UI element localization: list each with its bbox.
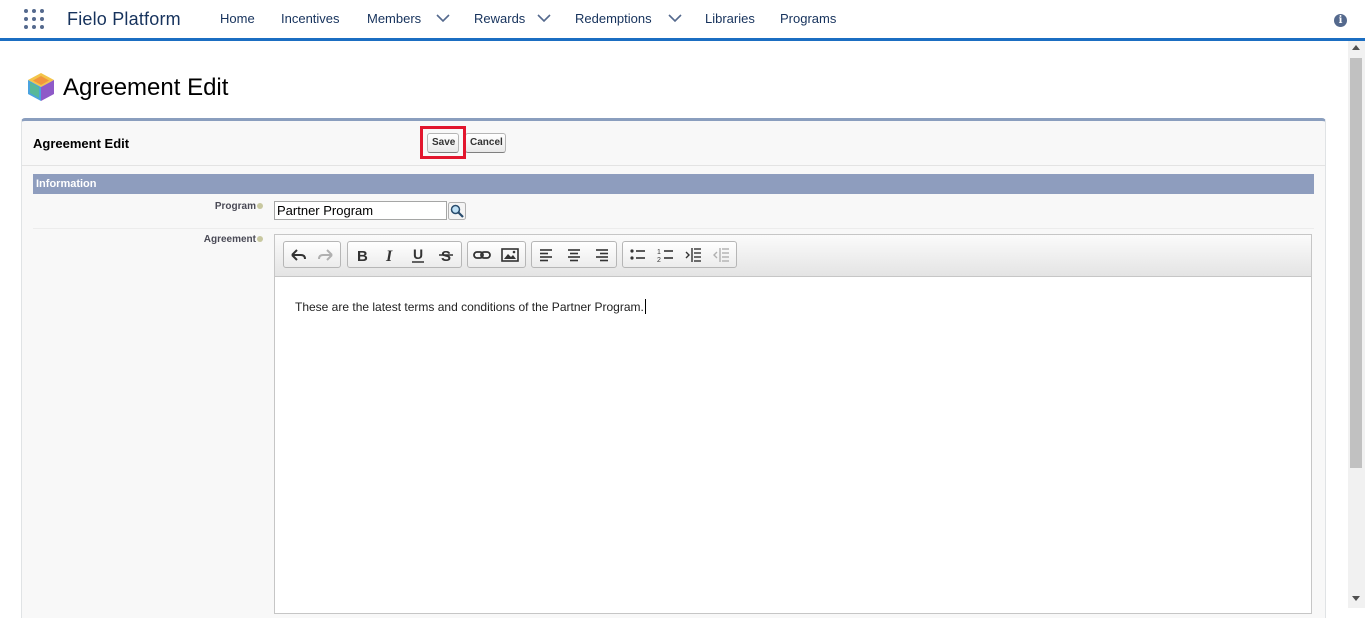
app-name: Fielo Platform (67, 9, 181, 29)
nav-item-rewards[interactable]: Rewards (474, 11, 525, 26)
underline-icon[interactable]: U (408, 246, 428, 264)
info-icon[interactable]: i (1334, 14, 1347, 27)
page-title: Agreement Edit (63, 74, 229, 101)
indent-icon[interactable] (684, 246, 704, 264)
svg-text:I: I (385, 248, 393, 264)
cancel-button[interactable]: Cancel (465, 133, 506, 153)
nav-item-libraries[interactable]: Libraries (705, 11, 755, 26)
program-input[interactable]: Partner Program (274, 201, 447, 220)
align-center-icon[interactable] (564, 246, 584, 264)
divider (22, 165, 1325, 166)
agreement-label-text: Agreement (203, 234, 256, 245)
rich-text-editor[interactable] (274, 234, 1312, 614)
chevron-down-icon[interactable] (436, 13, 450, 23)
help-icon[interactable] (257, 236, 263, 242)
strikethrough-icon[interactable]: S (436, 246, 456, 264)
undo-icon[interactable] (288, 246, 308, 264)
svg-text:S: S (441, 248, 451, 264)
editor-content-text: These are the latest terms and condition… (295, 300, 644, 314)
image-icon[interactable] (500, 246, 520, 264)
save-button-highlight (420, 126, 466, 159)
scroll-up-arrow-icon[interactable] (1352, 45, 1360, 50)
program-label-text: Program (214, 201, 256, 212)
scroll-down-arrow-icon[interactable] (1352, 596, 1360, 601)
section-title: Information (36, 178, 97, 190)
panel-title: Agreement Edit (33, 136, 130, 151)
svg-text:1: 1 (657, 249, 661, 256)
nav-item-redemptions[interactable]: Redemptions (575, 11, 652, 26)
outdent-icon[interactable] (712, 246, 732, 264)
scrollbar-thumb[interactable] (1350, 58, 1362, 468)
lookup-search-icon[interactable] (448, 202, 466, 220)
program-label: Program (150, 201, 263, 212)
app-launcher-icon[interactable] (24, 9, 46, 31)
svg-text:2: 2 (657, 257, 661, 264)
chevron-down-icon[interactable] (537, 13, 551, 23)
agreement-label: Agreement (150, 234, 263, 245)
svg-text:B: B (357, 248, 368, 264)
align-right-icon[interactable] (592, 246, 612, 264)
editor-content[interactable]: These are the latest terms and condition… (295, 299, 646, 314)
help-icon[interactable] (257, 203, 263, 209)
section-header (33, 174, 1314, 194)
bulleted-list-icon[interactable] (628, 246, 648, 264)
bold-icon[interactable]: B (352, 246, 372, 264)
divider (33, 228, 1314, 229)
nav-item-programs[interactable]: Programs (780, 11, 836, 26)
text-cursor (644, 299, 646, 314)
chevron-down-icon[interactable] (668, 13, 682, 23)
svg-text:U: U (413, 246, 423, 262)
align-left-icon[interactable] (536, 246, 556, 264)
global-nav: Fielo Platform Home Incentives Members R… (0, 0, 1365, 41)
nav-item-members[interactable]: Members (367, 11, 421, 26)
link-icon[interactable] (472, 246, 492, 264)
numbered-list-icon[interactable]: 12 (656, 246, 676, 264)
nav-item-incentives[interactable]: Incentives (281, 11, 340, 26)
redo-icon[interactable] (316, 246, 336, 264)
cube-icon (28, 73, 54, 101)
nav-item-home[interactable]: Home (220, 11, 255, 26)
italic-icon[interactable]: I (380, 246, 400, 264)
